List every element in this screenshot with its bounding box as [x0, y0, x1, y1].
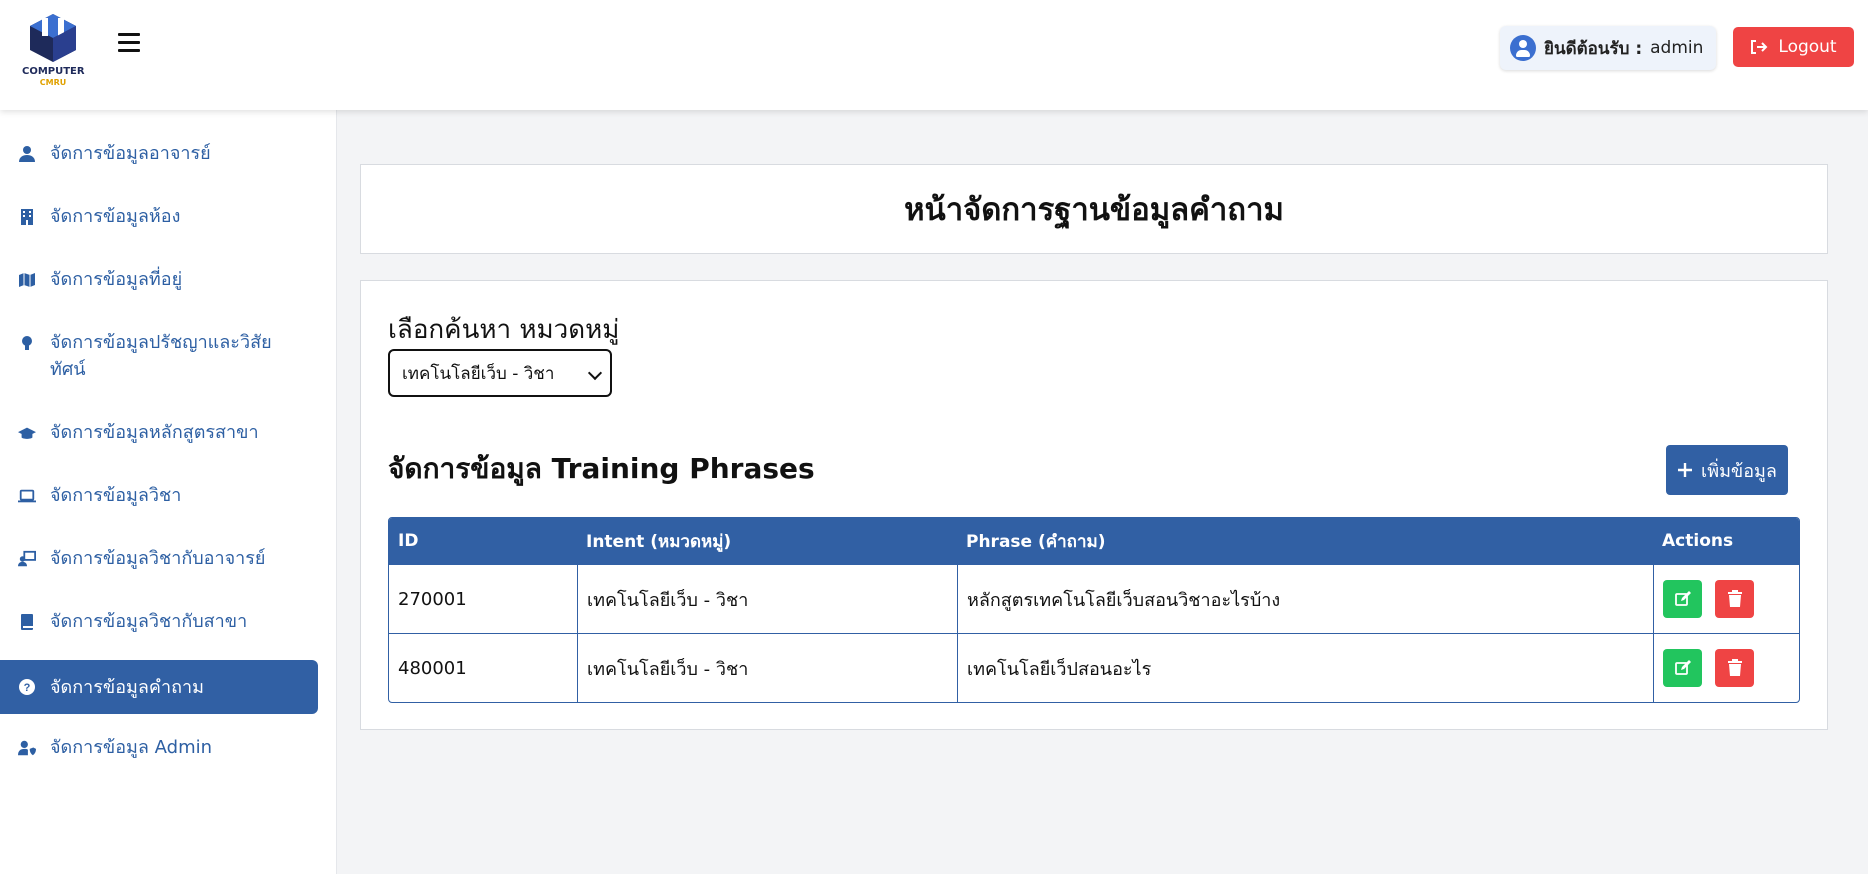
logout-button[interactable]: Logout: [1733, 27, 1854, 67]
phrases-table: ID Intent (หมวดหมู่) Phrase (คำถาม) Acti…: [388, 517, 1800, 703]
top-navbar: COMPUTER CMRU ยินดีต้อนรับ : admin Logou…: [0, 0, 1868, 110]
header-actions: Actions: [1662, 531, 1734, 551]
cell-actions: [1653, 634, 1799, 702]
sidebar-item-rooms[interactable]: จัดการข้อมูลห้อง: [0, 203, 318, 230]
cell-phrase: เทคโนโลยีเว็ปสอนอะไร: [957, 634, 1653, 702]
user-icon: [19, 146, 35, 162]
sidebar-item-label: จัดการข้อมูลที่อยู่: [50, 269, 183, 290]
edit-button[interactable]: [1663, 580, 1702, 618]
logo-text: COMPUTER: [22, 66, 85, 77]
welcome-badge: ยินดีต้อนรับ : admin: [1500, 26, 1716, 70]
cell-intent: เทคโนโลยีเว็บ - วิชา: [577, 634, 957, 702]
sidebar-item-philosophy[interactable]: จัดการข้อมูลปรัชญาและวิสัยทัศน์: [0, 329, 290, 383]
cell-phrase: หลักสูตรเทคโนโลยีเว็บสอนวิชาอะไรบ้าง: [957, 565, 1653, 633]
cell-id: 270001: [398, 588, 467, 610]
add-data-button[interactable]: เพิ่มข้อมูล: [1666, 445, 1788, 495]
category-select-value: เทคโนโลยีเว็บ - วิชา: [402, 363, 555, 384]
graduation-cap-icon: [18, 427, 36, 439]
sidebar-item-label: จัดการข้อมูลปรัชญาและวิสัยทัศน์: [50, 332, 272, 380]
username: admin: [1650, 38, 1704, 58]
sidebar-item-address[interactable]: จัดการข้อมูลที่อยู่: [0, 266, 318, 293]
edit-button[interactable]: [1663, 649, 1702, 687]
sidebar-item-label: จัดการข้อมูลวิชากับสาขา: [50, 611, 248, 632]
page-title-card: หน้าจัดการฐานข้อมูลคำถาม: [360, 164, 1828, 254]
chalkboard-teacher-icon: [18, 550, 36, 567]
sidebar-item-questions[interactable]: ? จัดการข้อมูลคำถาม: [0, 660, 318, 714]
question-circle-icon: ?: [19, 679, 35, 695]
chevron-down-icon: [587, 365, 603, 381]
header-id: ID: [398, 531, 419, 551]
sidebar-item-label: จัดการข้อมูลหลักสูตรสาขา: [50, 422, 259, 443]
plus-icon: [1678, 463, 1693, 477]
svg-text:?: ?: [24, 682, 31, 694]
menu-toggle-icon[interactable]: [118, 33, 140, 55]
cell-id: 480001: [398, 657, 467, 679]
category-select[interactable]: เทคโนโลยีเว็บ - วิชา: [388, 349, 612, 397]
table-row: 270001 เทคโนโลยีเว็บ - วิชา หลักสูตรเทคโ…: [389, 564, 1799, 633]
sidebar-item-curriculum[interactable]: จัดการข้อมูลหลักสูตรสาขา: [0, 419, 318, 446]
user-shield-icon: [18, 740, 36, 756]
logout-label: Logout: [1778, 37, 1837, 57]
lightbulb-icon: [22, 336, 32, 350]
trash-icon: [1727, 659, 1742, 676]
sidebar-item-label: จัดการข้อมูลห้อง: [50, 206, 181, 227]
logo-cube-icon: [30, 14, 76, 62]
trash-icon: [1727, 590, 1742, 607]
header-phrase: Phrase (คำถาม): [966, 531, 1106, 552]
sign-out-icon: [1751, 40, 1768, 54]
computer-cmru-logo[interactable]: COMPUTER CMRU: [22, 12, 85, 88]
page-title: หน้าจัดการฐานข้อมูลคำถาม: [904, 192, 1284, 228]
edit-icon: [1674, 660, 1691, 675]
delete-button[interactable]: [1715, 649, 1754, 687]
header-intent: Intent (หมวดหมู่): [586, 531, 732, 552]
sidebar-item-label: จัดการข้อมูลอาจารย์: [50, 143, 211, 164]
map-icon: [19, 273, 35, 287]
sidebar-item-teachers[interactable]: จัดการข้อมูลอาจารย์: [0, 140, 318, 167]
cell-intent: เทคโนโลยีเว็บ - วิชา: [577, 565, 957, 633]
edit-icon: [1674, 591, 1691, 606]
add-data-label: เพิ่มข้อมูล: [1701, 460, 1777, 482]
cell-actions: [1653, 565, 1799, 633]
sidebar-item-label: จัดการข้อมูลวิชากับอาจารย์: [50, 548, 266, 569]
training-phrases-card: เลือกค้นหา หมวดหมู่ เทคโนโลยีเว็บ - วิชา…: [360, 280, 1828, 730]
sidebar-item-subject-major[interactable]: จัดการข้อมูลวิชากับสาขา: [0, 608, 318, 635]
category-filter-label: เลือกค้นหา หมวดหมู่: [388, 315, 620, 345]
user-circle-icon: [1510, 35, 1536, 61]
sidebar: จัดการข้อมูลอาจารย์ จัดการข้อมูลห้อง จัด…: [0, 110, 337, 874]
sidebar-item-label: จัดการข้อมูล Admin: [50, 737, 213, 758]
sidebar-item-admin[interactable]: จัดการข้อมูล Admin: [0, 734, 318, 761]
sidebar-item-subjects[interactable]: จัดการข้อมูลวิชา: [0, 482, 318, 509]
sidebar-item-label: จัดการข้อมูลวิชา: [50, 485, 182, 506]
table-header: ID Intent (หมวดหมู่) Phrase (คำถาม) Acti…: [389, 518, 1799, 564]
table-row: 480001 เทคโนโลยีเว็บ - วิชา เทคโนโลยีเว็…: [389, 633, 1799, 702]
building-icon: [21, 209, 33, 225]
sidebar-item-label: จัดการข้อมูลคำถาม: [50, 676, 204, 698]
book-icon: [21, 614, 33, 630]
laptop-code-icon: [18, 489, 36, 503]
section-title: จัดการข้อมูล Training Phrases: [388, 452, 815, 485]
logo-subtext: CMRU: [39, 78, 67, 87]
welcome-label: ยินดีต้อนรับ :: [1544, 38, 1643, 59]
delete-button[interactable]: [1715, 580, 1754, 618]
sidebar-item-subject-teacher[interactable]: จัดการข้อมูลวิชากับอาจารย์: [0, 545, 318, 572]
